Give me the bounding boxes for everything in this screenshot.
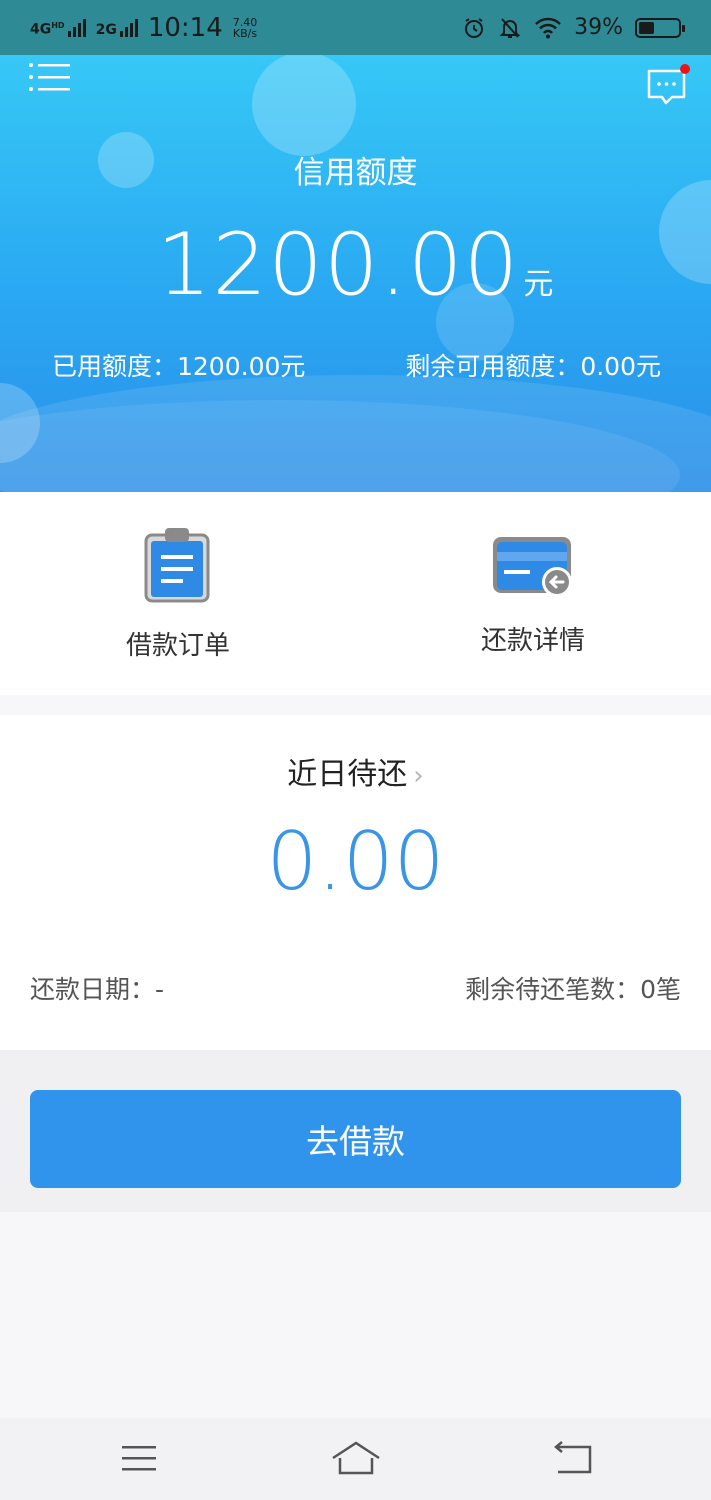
- remaining-repayment-count: 剩余待还笔数：0笔: [465, 975, 681, 1004]
- mute-bell-icon: [499, 17, 521, 38]
- signal-strength-icon: [67, 18, 86, 37]
- clipboard-icon: [144, 528, 210, 603]
- credit-header: 信用额度 1200.00 元 已用额度：1200.00元 剩余可用额度：0.00元: [0, 55, 711, 492]
- action-loan-orders-label: 借款订单: [125, 631, 230, 661]
- back-icon[interactable]: [548, 1438, 598, 1478]
- system-nav-bar: [0, 1418, 711, 1500]
- network-speed-unit: KB/s: [232, 26, 258, 40]
- decor-bubble: [252, 55, 356, 156]
- quick-actions: 借款订单 还款详情: [0, 492, 711, 695]
- battery-fill: [639, 21, 654, 34]
- notification-dot: [680, 64, 690, 74]
- borrow-button-zone: 去借款: [0, 1050, 711, 1212]
- card-refund-icon: [493, 537, 572, 597]
- upcoming-repayment-amount: 0.00: [266, 815, 445, 908]
- credit-limit-amount: 1200.00 元: [0, 215, 711, 315]
- battery-icon: [635, 17, 685, 38]
- action-loan-orders[interactable]: 借款订单: [103, 525, 253, 662]
- status-bar: 4GHD 2G 10:14 7.40 KB/s 39%: [0, 0, 711, 55]
- network-speed: 7.40 KB/s: [233, 17, 258, 39]
- network-2g-indicator: 2G: [95, 18, 138, 38]
- status-time: 10:14: [147, 12, 223, 43]
- wifi-icon: [535, 17, 561, 38]
- repayment-date: 还款日期：-: [30, 975, 165, 1004]
- chevron-right-icon: ›: [413, 761, 424, 791]
- network-4g-indicator: 4GHD: [30, 18, 86, 38]
- credit-limit-unit: 元: [523, 267, 555, 302]
- network-speed-value: 7.40: [232, 15, 258, 29]
- home-icon[interactable]: [331, 1438, 381, 1478]
- network-hd-label: HD: [51, 20, 65, 30]
- credit-limit-title: 信用额度: [293, 155, 418, 191]
- message-icon[interactable]: [646, 63, 690, 107]
- alarm-icon: [465, 17, 484, 38]
- upcoming-repayment-card: 近日待还 › 0.00 还款日期：- 剩余待还笔数：0笔: [0, 715, 711, 1050]
- network-4g-label: 4G: [30, 21, 52, 38]
- menu-icon[interactable]: [28, 61, 72, 93]
- remaining-credit: 剩余可用额度：0.00元: [405, 352, 661, 381]
- network-2g-label: 2G: [95, 21, 117, 38]
- battery-percentage: 39%: [574, 15, 623, 40]
- signal-strength-icon: [119, 18, 138, 37]
- borrow-button[interactable]: 去借款: [30, 1090, 681, 1188]
- used-credit: 已用额度：1200.00元: [52, 352, 306, 381]
- upcoming-repayment-label: 近日待还: [287, 757, 408, 792]
- menu-lines-icon[interactable]: [114, 1438, 164, 1478]
- action-repayment-details-label: 还款详情: [480, 626, 585, 656]
- upcoming-repayment-title[interactable]: 近日待还 ›: [0, 749, 711, 793]
- action-repayment-details[interactable]: 还款详情: [458, 534, 608, 657]
- credit-limit-value: 1200.00: [156, 215, 520, 315]
